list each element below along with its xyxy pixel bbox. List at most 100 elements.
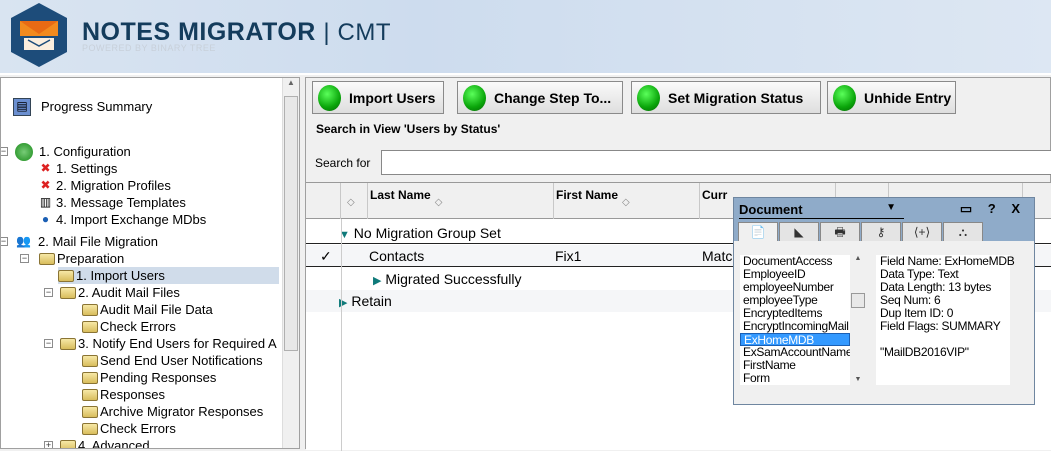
green-orb-icon xyxy=(833,84,856,111)
tree-item-configuration[interactable]: 1. Configuration xyxy=(15,142,131,161)
app-header: NOTES MIGRATOR | CMT POWERED BY BINARY T… xyxy=(0,0,1051,75)
column-first-name[interactable]: First Name◇ xyxy=(554,183,700,219)
tree-label: 1. Import Users xyxy=(76,268,165,283)
column-label: First Name xyxy=(556,188,619,202)
tab-security[interactable]: ⚷ xyxy=(861,222,901,241)
collapse-toggle[interactable]: − xyxy=(20,254,29,263)
sort-icon: ◇ xyxy=(347,197,355,208)
tree-item-send-notifications[interactable]: Send End User Notifications xyxy=(82,352,263,369)
folder-icon xyxy=(60,286,76,299)
tree-label: Responses xyxy=(100,387,166,402)
scrollbar-thumb[interactable] xyxy=(284,96,298,351)
header-sort[interactable]: ◇ xyxy=(341,183,368,219)
document-properties-dialog: Document ▼ ▭ ? X 📄 ◣ 🖶 ⚷ ⟨+⟩ ⛬ DocumentAc… xyxy=(733,197,1035,405)
search-user-icon: ● xyxy=(41,212,50,226)
collapse-toggle[interactable]: − xyxy=(44,339,53,348)
tree-item-import-users[interactable]: 1. Import Users xyxy=(58,267,279,284)
tree-item-mail-file-migration[interactable]: 👥 2. Mail File Migration xyxy=(15,233,158,250)
tree-label: 4. Import Exchange MDbs xyxy=(56,212,207,227)
field-item[interactable]: EncryptIncomingMail xyxy=(740,320,866,333)
properties-type-dropdown[interactable]: Document ▼ xyxy=(739,202,904,219)
templates-icon: ▥ xyxy=(39,195,52,209)
column-label: Curr xyxy=(702,188,728,202)
folder-icon xyxy=(60,337,76,350)
tree-item-progress-summary[interactable]: ▤ Progress Summary xyxy=(13,97,152,116)
scrollbar-thumb[interactable] xyxy=(851,293,865,308)
collapse-toggle[interactable]: − xyxy=(1,237,8,246)
product-name: CMT xyxy=(337,19,391,46)
tree-label: 2. Mail File Migration xyxy=(38,234,158,249)
import-users-button[interactable]: Import Users xyxy=(312,81,444,114)
tree-item-pending-responses[interactable]: Pending Responses xyxy=(82,369,216,386)
tree-item-responses[interactable]: Responses xyxy=(82,386,165,403)
folder-icon xyxy=(82,405,98,418)
group-label: Retain xyxy=(351,293,392,309)
tab-printer[interactable]: 🖶 xyxy=(820,222,860,241)
tree-item-check-errors[interactable]: Check Errors xyxy=(82,318,176,335)
tree-scrollbar[interactable]: ▲ xyxy=(282,78,299,448)
tree-item-migration-profiles[interactable]: ✖ 2. Migration Profiles xyxy=(37,177,170,194)
tree-label: Audit Mail File Data xyxy=(100,302,213,317)
tree-item-audit-mail-file-data[interactable]: Audit Mail File Data xyxy=(82,301,213,318)
grid-divider xyxy=(341,219,342,451)
tab-html[interactable]: ⟨+⟩ xyxy=(902,222,942,241)
tab-fields[interactable]: ◣ xyxy=(779,222,819,241)
tree-label: 3. Notify End Users for Required A xyxy=(78,336,277,351)
search-input[interactable] xyxy=(381,150,1051,175)
tree-item-preparation[interactable]: Preparation xyxy=(39,250,124,267)
set-migration-status-button[interactable]: Set Migration Status xyxy=(631,81,821,114)
tree-item-message-templates[interactable]: ▥ 3. Message Templates xyxy=(37,194,186,211)
cell-last-name: Contacts xyxy=(369,248,425,264)
tree-item-notify-end-users[interactable]: 3. Notify End Users for Required A xyxy=(60,335,277,352)
tree-item-settings[interactable]: ✖ 1. Settings xyxy=(37,160,117,177)
group-label: Migrated Successfully xyxy=(385,271,522,287)
field-list[interactable]: DocumentAccess EmployeeID employeeNumber… xyxy=(740,255,866,385)
unhide-entry-button[interactable]: Unhide Entry xyxy=(827,81,956,114)
scroll-up-icon[interactable]: ▲ xyxy=(850,255,866,262)
collapse-toggle[interactable]: − xyxy=(44,288,53,297)
tree-item-import-exchange-mdbs[interactable]: ● 4. Import Exchange MDbs xyxy=(37,211,206,228)
field-flags: Field Flags: SUMMARY xyxy=(880,319,1001,333)
tools-icon: ✖ xyxy=(40,178,51,192)
tab-info[interactable]: 📄 xyxy=(738,222,778,242)
cell-first-name: Fix1 xyxy=(555,248,582,264)
collapsed-triangle-icon: ▶ xyxy=(373,275,382,287)
users-icon: 👥 xyxy=(16,234,31,248)
field-info: Field Name: ExHomeMDB Data Type: Text Da… xyxy=(876,255,1015,385)
tree-label: Preparation xyxy=(57,251,125,266)
change-step-button[interactable]: Change Step To... xyxy=(457,81,623,114)
notes-migrator-logo xyxy=(11,3,67,67)
brand-separator: | xyxy=(323,19,331,46)
dropdown-label: Document xyxy=(739,202,803,217)
tree-label: 4. Advanced xyxy=(78,438,150,449)
scroll-up-icon[interactable]: ▲ xyxy=(283,78,299,87)
folder-icon xyxy=(82,388,98,401)
folder-icon xyxy=(82,371,98,384)
tree-label: 1. Configuration xyxy=(39,144,131,159)
field-value: "MailDB2016VIP" xyxy=(880,345,969,359)
chevron-down-icon: ▼ xyxy=(886,202,896,213)
tree-label: Archive Migrator Responses xyxy=(100,404,264,419)
tree-label: Pending Responses xyxy=(100,370,217,385)
tree-item-advanced[interactable]: 4. Advanced xyxy=(60,437,150,449)
tree-label: 3. Message Templates xyxy=(56,195,186,210)
tree-item-check-errors-2[interactable]: Check Errors xyxy=(82,420,176,437)
field-item[interactable]: Form xyxy=(740,372,866,385)
field-list-scrollbar[interactable]: ▲ ▼ xyxy=(850,255,866,385)
expand-toggle[interactable]: + xyxy=(44,441,53,448)
scroll-down-icon[interactable]: ▼ xyxy=(850,376,866,383)
column-last-name[interactable]: Last Name◇ xyxy=(368,183,554,219)
tab-design[interactable]: ⛬ xyxy=(943,222,983,241)
cell-current-step: Matc xyxy=(702,248,733,264)
button-label: Change Step To... xyxy=(494,89,612,106)
properties-body: DocumentAccess EmployeeID employeeNumber… xyxy=(734,241,1034,404)
header-selector xyxy=(306,183,341,219)
folder-icon xyxy=(82,303,98,316)
dialog-controls[interactable]: ▭ ? X xyxy=(960,201,1026,217)
tree-label: Send End User Notifications xyxy=(100,353,263,368)
sort-icon: ◇ xyxy=(434,197,443,208)
folder-icon xyxy=(60,439,76,448)
collapse-toggle[interactable]: − xyxy=(1,147,8,156)
tree-item-audit-mail-files[interactable]: 2. Audit Mail Files xyxy=(60,284,180,301)
tree-item-archive-responses[interactable]: Archive Migrator Responses xyxy=(82,403,263,420)
